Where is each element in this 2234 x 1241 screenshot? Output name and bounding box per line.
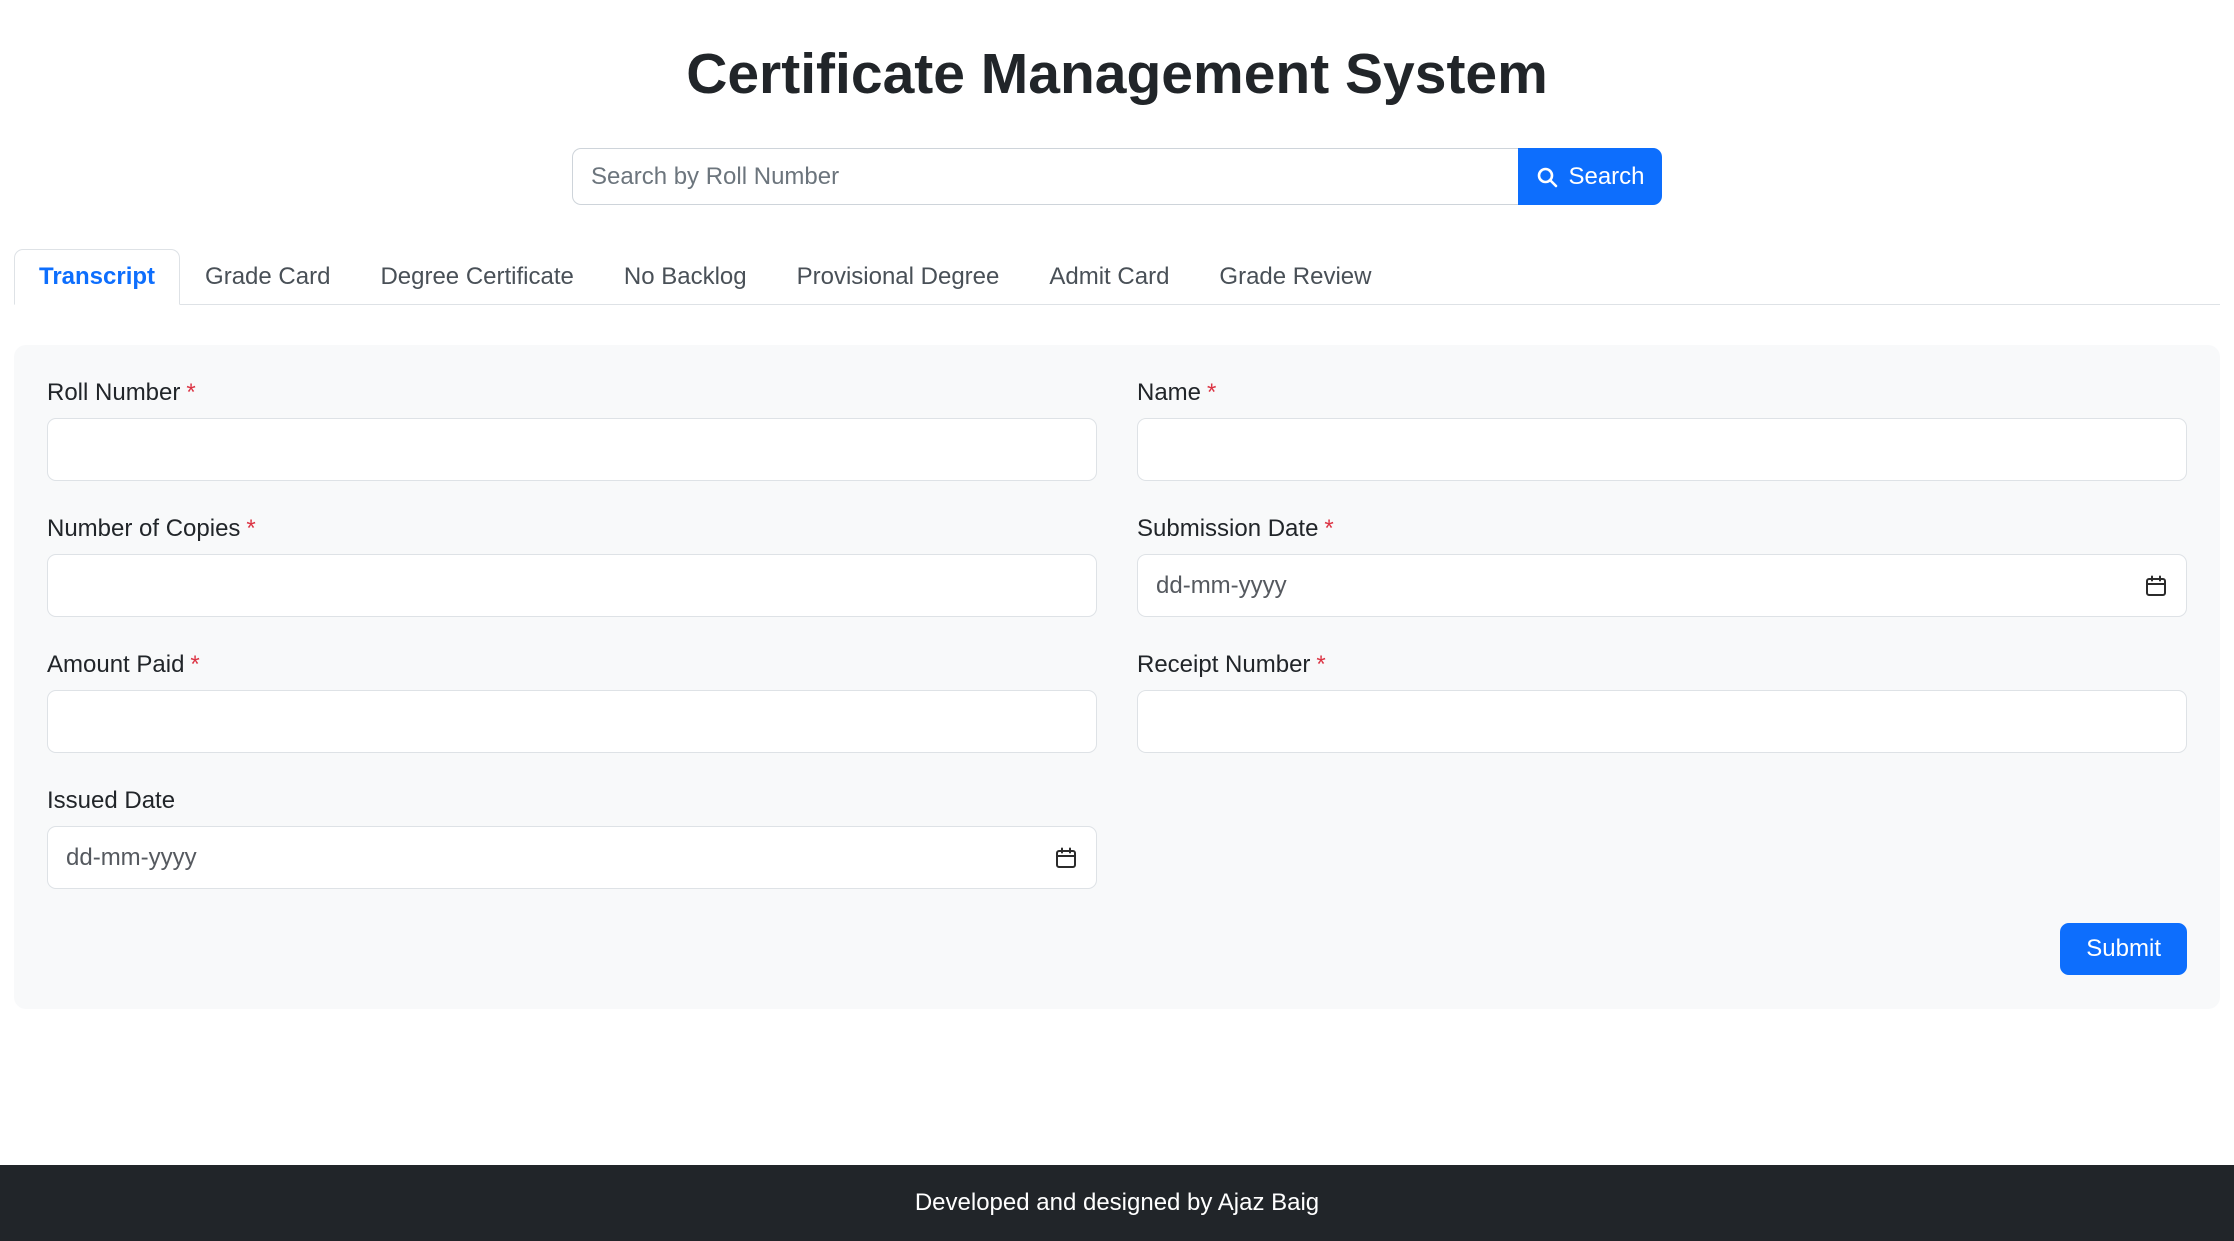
tab-degree-certificate[interactable]: Degree Certificate [355,249,598,305]
tab-admit-card[interactable]: Admit Card [1024,249,1194,305]
calendar-icon[interactable] [2144,574,2168,598]
empty-grid-cell [1137,787,2187,923]
submit-button[interactable]: Submit [2060,923,2187,975]
submission-date-input[interactable]: dd-mm-yyyy [1137,554,2187,617]
search-bar: Search [0,148,2234,205]
search-button[interactable]: Search [1518,148,1662,205]
receipt-number-label: Receipt Number* [1137,651,2187,679]
roll-number-input[interactable] [47,418,1097,481]
roll-number-label: Roll Number* [47,379,1097,407]
amount-paid-field: Amount Paid* [47,651,1097,753]
issued-date-label: Issued Date [47,787,1097,815]
required-asterisk: * [1316,651,1325,678]
name-label: Name* [1137,379,2187,407]
roll-number-field: Roll Number* [47,379,1097,481]
number-of-copies-input[interactable] [47,554,1097,617]
footer: Developed and designed by Ajaz Baig [0,1165,2234,1241]
tab-grade-review[interactable]: Grade Review [1194,249,1396,305]
name-field: Name* [1137,379,2187,481]
tab-bar: Transcript Grade Card Degree Certificate… [14,249,2220,305]
number-of-copies-label: Number of Copies* [47,515,1097,543]
search-input[interactable] [572,148,1518,205]
transcript-form-card: Roll Number* Name* Number of Copies* Sub… [14,345,2220,1009]
amount-paid-label: Amount Paid* [47,651,1097,679]
required-asterisk: * [1207,379,1216,406]
receipt-number-field: Receipt Number* [1137,651,2187,753]
tab-transcript[interactable]: Transcript [14,249,180,305]
issued-date-input[interactable]: dd-mm-yyyy [47,826,1097,889]
tab-grade-card[interactable]: Grade Card [180,249,355,305]
issued-date-placeholder: dd-mm-yyyy [66,844,197,872]
required-asterisk: * [1324,515,1333,542]
submission-date-placeholder: dd-mm-yyyy [1156,572,1287,600]
calendar-icon[interactable] [1054,846,1078,870]
number-of-copies-field: Number of Copies* [47,515,1097,617]
required-asterisk: * [246,515,255,542]
search-icon [1535,165,1559,189]
footer-text: Developed and designed by Ajaz Baig [915,1189,1319,1217]
search-button-label: Search [1568,163,1644,191]
receipt-number-input[interactable] [1137,690,2187,753]
submission-date-field: Submission Date* dd-mm-yyyy [1137,515,2187,617]
issued-date-field: Issued Date dd-mm-yyyy [47,787,1097,889]
required-asterisk: * [190,651,199,678]
name-input[interactable] [1137,418,2187,481]
tab-provisional-degree[interactable]: Provisional Degree [772,249,1025,305]
required-asterisk: * [186,379,195,406]
tab-no-backlog[interactable]: No Backlog [599,249,772,305]
amount-paid-input[interactable] [47,690,1097,753]
page-title: Certificate Management System [0,40,2234,108]
submission-date-label: Submission Date* [1137,515,2187,543]
